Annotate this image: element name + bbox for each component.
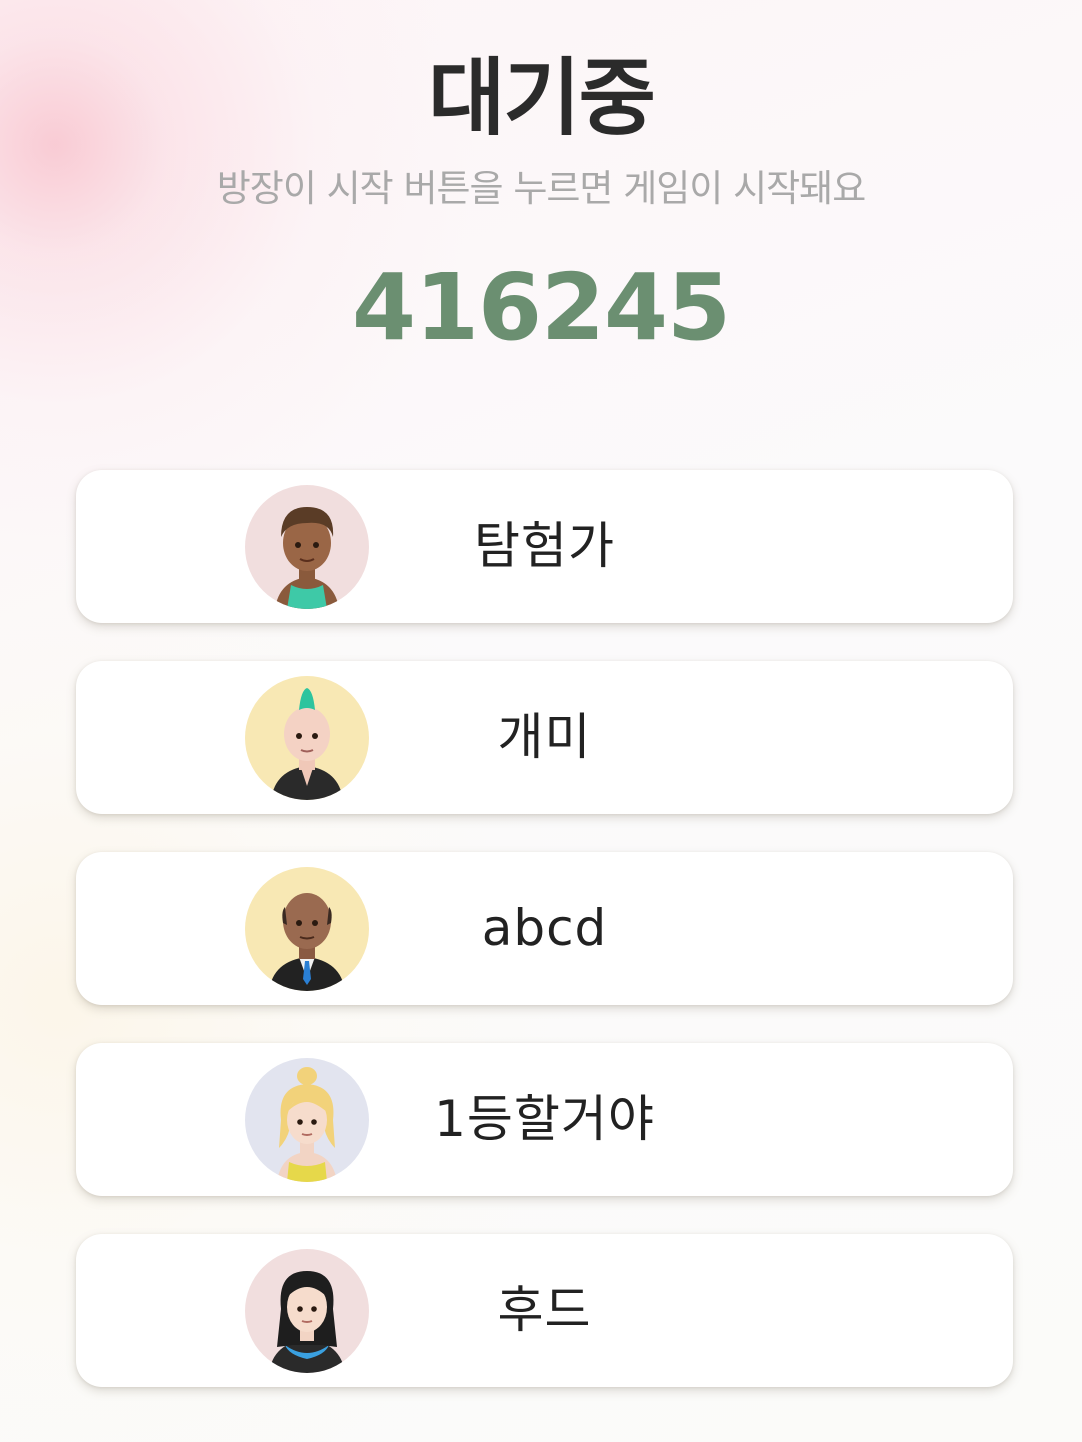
player-list: 탐험가 개미 abcd 1등할거야 후드 xyxy=(76,470,1013,1425)
player-name: 1등할거야 xyxy=(434,1090,655,1148)
player-name: 탐험가 xyxy=(474,517,615,575)
player-card: abcd xyxy=(76,852,1013,1005)
player-card: 탐험가 xyxy=(76,470,1013,623)
room-code: 416245 xyxy=(351,254,731,361)
player-card: 개미 xyxy=(76,661,1013,814)
player-name: 후드 xyxy=(497,1281,592,1339)
player-name: 개미 xyxy=(497,708,592,766)
player-card: 후드 xyxy=(76,1234,1013,1387)
page-title: 대기중 xyxy=(428,49,656,147)
player-card: 1등할거야 xyxy=(76,1043,1013,1196)
lobby-subtitle: 방장이 시작 버튼을 누르면 게임이 시작돼요 xyxy=(216,167,867,210)
player-name: abcd xyxy=(481,899,608,957)
